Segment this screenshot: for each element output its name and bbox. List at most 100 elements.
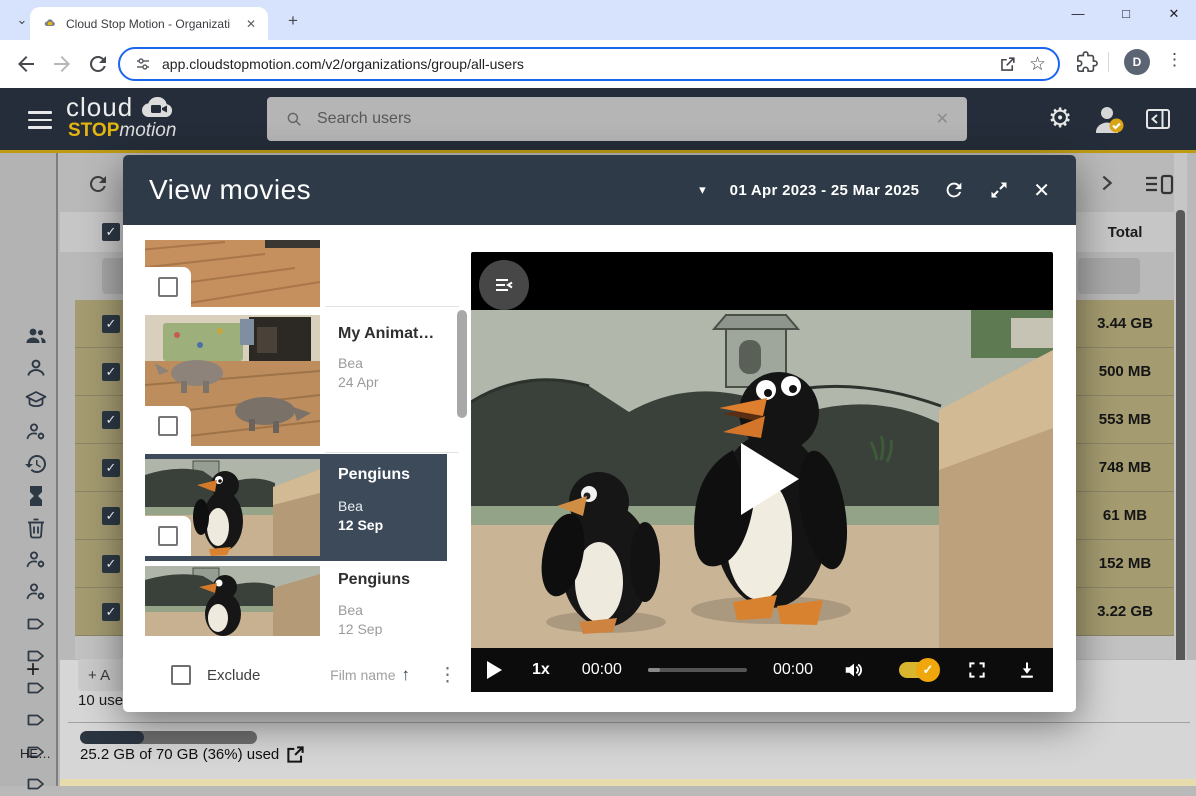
- sidebar-item-admins-icon[interactable]: [24, 420, 48, 444]
- list-menu-icon[interactable]: ⋮: [438, 664, 457, 687]
- refresh-table-icon[interactable]: [86, 172, 110, 196]
- close-icon[interactable]: ✕: [1033, 178, 1050, 203]
- view-movies-dialog: View movies ▾ 01 Apr 2023 - 25 Mar 2025 …: [123, 155, 1076, 712]
- date-range-caret-icon[interactable]: ▾: [699, 182, 706, 198]
- row-checkbox[interactable]: ✓: [102, 603, 120, 621]
- sidebar-item-managers-icon[interactable]: [24, 548, 48, 572]
- big-play-button[interactable]: [741, 443, 799, 515]
- logo-cloud-text: cloud: [66, 92, 133, 123]
- row-checkbox[interactable]: ✓: [102, 555, 120, 573]
- sidebar-item-history-icon[interactable]: [24, 452, 48, 476]
- page-scrollbar-thumb[interactable]: [1176, 210, 1185, 690]
- sidebar-item-users-icon[interactable]: [24, 324, 48, 348]
- movie-item[interactable]: My Animat… Bea 24 Apr: [145, 309, 467, 453]
- minimize-button[interactable]: —: [1068, 6, 1088, 22]
- browser-menu-icon[interactable]: ⋮: [1166, 50, 1183, 70]
- search-input[interactable]: [317, 110, 936, 128]
- omnibox[interactable]: app.cloudstopmotion.com/v2/organizations…: [118, 47, 1060, 81]
- profile-avatar[interactable]: D: [1124, 49, 1150, 75]
- sidebar-add-icon[interactable]: +: [26, 656, 40, 684]
- panel-toggle-icon[interactable]: [1145, 107, 1171, 131]
- total-cell: 748 MB: [1076, 444, 1174, 492]
- movie-author: Bea: [338, 355, 455, 371]
- chevron-right-icon[interactable]: [1096, 172, 1118, 194]
- row-checkbox[interactable]: ✓: [102, 411, 120, 429]
- app-logo-line2: STOPmotion: [68, 120, 176, 142]
- movie-checkbox[interactable]: [145, 406, 191, 446]
- sidebar-item-trash-icon[interactable]: [24, 516, 48, 540]
- seek-bar[interactable]: [648, 668, 747, 672]
- movie-checkbox[interactable]: [145, 516, 191, 556]
- column-panel-icon[interactable]: [1144, 174, 1174, 196]
- sidebar-item-tag4-icon[interactable]: [24, 708, 48, 732]
- sidebar-item-tag1-icon[interactable]: [24, 612, 48, 636]
- movie-date: 12 Sep: [338, 517, 435, 533]
- movie-item-selected[interactable]: Pengiuns Bea 12 Sep: [145, 454, 447, 561]
- row-checkbox[interactable]: ✓: [102, 507, 120, 525]
- date-range[interactable]: 01 Apr 2023 - 25 Mar 2025: [730, 182, 920, 199]
- logo-motion-text: motion: [119, 120, 176, 141]
- list-divider: [325, 306, 459, 307]
- playback-speed[interactable]: 1x: [532, 661, 550, 679]
- movie-list-scrollbar[interactable]: [457, 310, 467, 418]
- sidebar-item-classes-icon[interactable]: [24, 388, 48, 412]
- play-button[interactable]: [487, 661, 502, 679]
- movie-item[interactable]: [145, 240, 467, 307]
- logo-stop-text: STOP: [68, 120, 119, 141]
- sidebar-item-person-icon[interactable]: [24, 356, 48, 380]
- expand-icon[interactable]: [989, 180, 1009, 200]
- share-icon[interactable]: [998, 55, 1017, 74]
- settings-gear-icon[interactable]: ⚙: [1048, 103, 1072, 134]
- total-column-filter[interactable]: [1078, 258, 1140, 294]
- dialog-title: View movies: [149, 174, 311, 206]
- close-window-button[interactable]: ✕: [1164, 6, 1184, 22]
- new-tab-button[interactable]: +: [282, 9, 304, 33]
- select-all-checkbox[interactable]: ✓: [102, 223, 120, 241]
- hamburger-menu-icon[interactable]: [28, 111, 52, 134]
- sidebar-group-label[interactable]: HE…: [20, 746, 51, 761]
- sidebar-item-managers2-icon[interactable]: [24, 580, 48, 604]
- forward-button[interactable]: [50, 52, 74, 76]
- search-bar[interactable]: ✕: [267, 97, 967, 141]
- extensions-icon[interactable]: [1076, 51, 1098, 73]
- sort-label[interactable]: Film name: [330, 667, 395, 683]
- site-controls-icon[interactable]: [134, 55, 152, 73]
- video-player[interactable]: 1x 00:00 00:00 ✓: [471, 252, 1053, 692]
- player-menu-button[interactable]: [479, 260, 529, 310]
- sort-direction-icon[interactable]: ↑: [402, 665, 411, 685]
- reload-button[interactable]: [86, 52, 110, 76]
- table-row: ✓: [75, 300, 123, 348]
- app-logo[interactable]: cloud: [66, 92, 175, 123]
- maximize-button[interactable]: □: [1116, 6, 1136, 22]
- browser-tab[interactable]: Cloud Stop Motion - Organizati ✕: [30, 7, 268, 40]
- account-check-icon[interactable]: [1092, 103, 1126, 135]
- original-quality-toggle[interactable]: ✓: [899, 662, 937, 678]
- storage-progress-fill: [80, 731, 144, 744]
- download-icon[interactable]: [1017, 660, 1037, 680]
- sidebar-item-pending-icon[interactable]: [24, 484, 48, 508]
- refresh-icon[interactable]: [943, 179, 965, 201]
- movie-author: Bea: [338, 602, 455, 618]
- external-link-icon[interactable]: [286, 745, 305, 764]
- row-checkbox[interactable]: ✓: [102, 315, 120, 333]
- row-checkbox[interactable]: ✓: [102, 363, 120, 381]
- table-row-empty: [75, 636, 123, 659]
- sidebar-item-tag6-icon[interactable]: [24, 772, 48, 796]
- volume-icon[interactable]: [843, 659, 865, 681]
- total-column-header[interactable]: Total: [1076, 212, 1174, 252]
- movie-date: 12 Sep: [338, 621, 455, 636]
- clear-search-icon[interactable]: ✕: [936, 109, 949, 129]
- table-row: ✓: [75, 348, 123, 396]
- fullscreen-icon[interactable]: [967, 660, 987, 680]
- url-text[interactable]: app.cloudstopmotion.com/v2/organizations…: [162, 56, 986, 72]
- list-divider: [325, 452, 459, 453]
- exclude-checkbox[interactable]: [171, 665, 191, 685]
- movie-checkbox[interactable]: [145, 267, 191, 307]
- row-checkbox[interactable]: ✓: [102, 459, 120, 477]
- table-filter-left[interactable]: [102, 258, 123, 294]
- movie-item[interactable]: Pengiuns Bea 12 Sep: [145, 563, 467, 636]
- bookmark-star-icon[interactable]: ☆: [1029, 53, 1046, 76]
- tab-close-icon[interactable]: ✕: [242, 15, 260, 33]
- toolbar-separator: [1108, 52, 1109, 72]
- back-button[interactable]: [14, 52, 38, 76]
